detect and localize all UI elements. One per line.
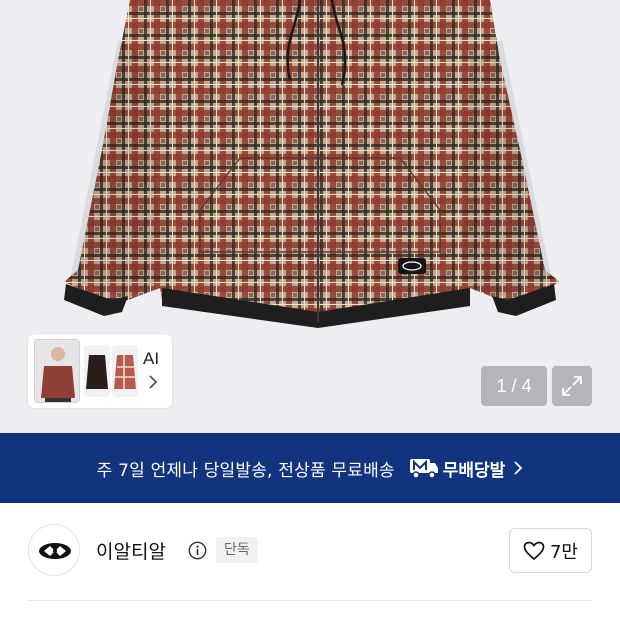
thumbnail-dark-jacket-image bbox=[86, 355, 108, 389]
image-counter: 1 / 4 bbox=[481, 366, 547, 406]
ai-thumbnails[interactable]: AI bbox=[28, 334, 172, 408]
expand-icon bbox=[562, 376, 582, 396]
free-shipping-badge-label: 무배당발 bbox=[442, 460, 506, 481]
brand-name[interactable]: 이알티알 bbox=[96, 537, 166, 564]
info-icon[interactable] bbox=[188, 541, 207, 560]
brand-row: 이알티알 단독 7만 bbox=[0, 503, 620, 620]
thumbnail-model[interactable] bbox=[34, 339, 80, 403]
product-image-area[interactable]: AI 1 / 4 bbox=[0, 0, 620, 433]
exclusive-badge: 단독 bbox=[216, 537, 258, 563]
shipping-banner-text: 주 7일 언제나 당일발송, 전상품 무료배송 bbox=[96, 460, 395, 481]
shipping-banner[interactable]: 주 7일 언제나 당일발송, 전상품 무료배송 무배당발 bbox=[0, 433, 620, 503]
brand-logo-icon bbox=[39, 543, 71, 559]
m-truck-icon bbox=[409, 459, 438, 479]
brand-logo[interactable] bbox=[28, 524, 80, 576]
thumbnail-plaid-jacket-image bbox=[114, 355, 136, 389]
like-count: 7만 bbox=[549, 541, 578, 563]
heart-icon bbox=[523, 541, 545, 560]
divider bbox=[28, 600, 592, 601]
thumbnail-plaid-jacket[interactable] bbox=[112, 345, 138, 397]
free-shipping-badge: 무배당발 bbox=[409, 456, 524, 481]
ai-label: AI bbox=[143, 349, 160, 368]
expand-button[interactable] bbox=[552, 366, 592, 406]
thumbnail-model-image bbox=[35, 340, 79, 402]
thumbnail-dark-jacket[interactable] bbox=[84, 345, 110, 397]
like-button[interactable]: 7만 bbox=[509, 528, 592, 573]
chevron-right-icon bbox=[514, 461, 523, 475]
chevron-right-icon bbox=[149, 375, 158, 389]
